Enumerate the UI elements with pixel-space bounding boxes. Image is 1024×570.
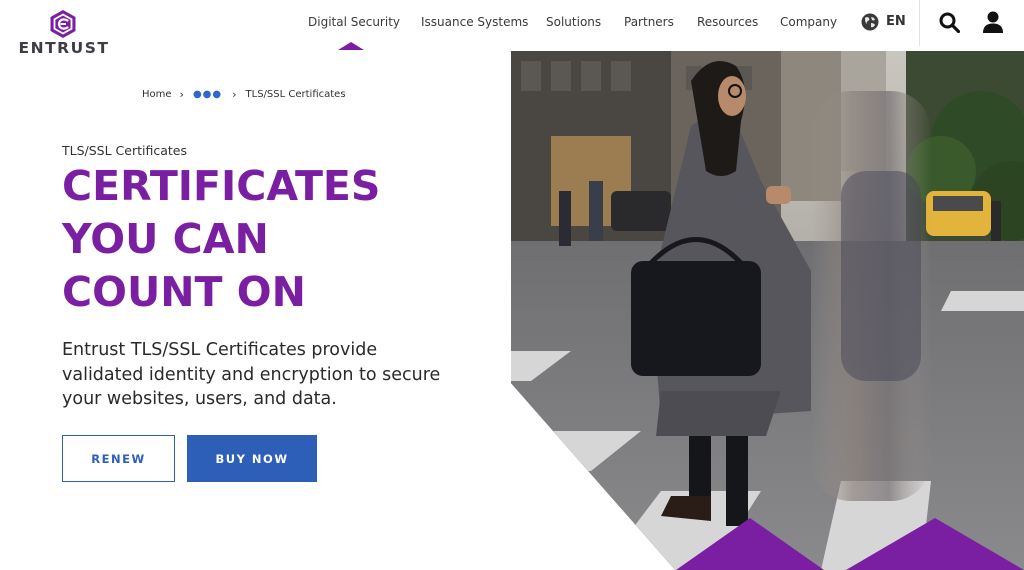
breadcrumb: Home › ●●● › TLS/SSL Certificates (142, 88, 346, 101)
active-nav-indicator (338, 42, 364, 50)
top-navigation: Digital Security Issuance Systems Soluti… (0, 0, 1024, 50)
logo-wordmark: ENTRUST (18, 39, 110, 57)
buy-now-button[interactable]: BUY NOW (187, 435, 317, 482)
street-scene-image (511, 51, 1024, 570)
globe-icon[interactable] (861, 13, 879, 31)
renew-button[interactable]: RENEW (62, 435, 175, 482)
search-icon[interactable] (939, 12, 960, 33)
user-icon[interactable] (982, 10, 1004, 34)
entrust-logo-icon (50, 10, 76, 38)
chevron-right-icon: › (232, 88, 237, 101)
nav-item-resources[interactable]: Resources (697, 15, 758, 29)
hero-headline-line: CERTIFICATES (62, 162, 381, 210)
nav-item-digital-security[interactable]: Digital Security (308, 15, 400, 29)
language-selector[interactable]: EN (886, 14, 906, 29)
hero-headline-line: YOU CAN (62, 215, 269, 263)
nav-item-issuance-systems[interactable]: Issuance Systems (421, 15, 528, 29)
breadcrumb-ellipsis[interactable]: ●●● (193, 89, 222, 100)
hero-headline-line: COUNT ON (62, 268, 306, 316)
hero-image (511, 51, 1024, 570)
hero-headline: CERTIFICATES YOU CAN COUNT ON (62, 160, 482, 319)
decorative-triangle (846, 518, 1024, 570)
hero-description: Entrust TLS/SSL Certificates provide val… (62, 340, 441, 409)
nav-item-solutions[interactable]: Solutions (546, 15, 601, 29)
hero-eyebrow: TLS/SSL Certificates (62, 143, 187, 158)
nav-item-company[interactable]: Company (780, 15, 837, 29)
breadcrumb-home[interactable]: Home (142, 89, 172, 100)
decorative-triangle (676, 518, 824, 570)
logo-tab[interactable]: ENTRUST (0, 0, 142, 96)
nav-item-partners[interactable]: Partners (624, 15, 674, 29)
chevron-right-icon: › (179, 88, 184, 101)
nav-divider (919, 0, 920, 46)
breadcrumb-current: TLS/SSL Certificates (245, 89, 346, 100)
